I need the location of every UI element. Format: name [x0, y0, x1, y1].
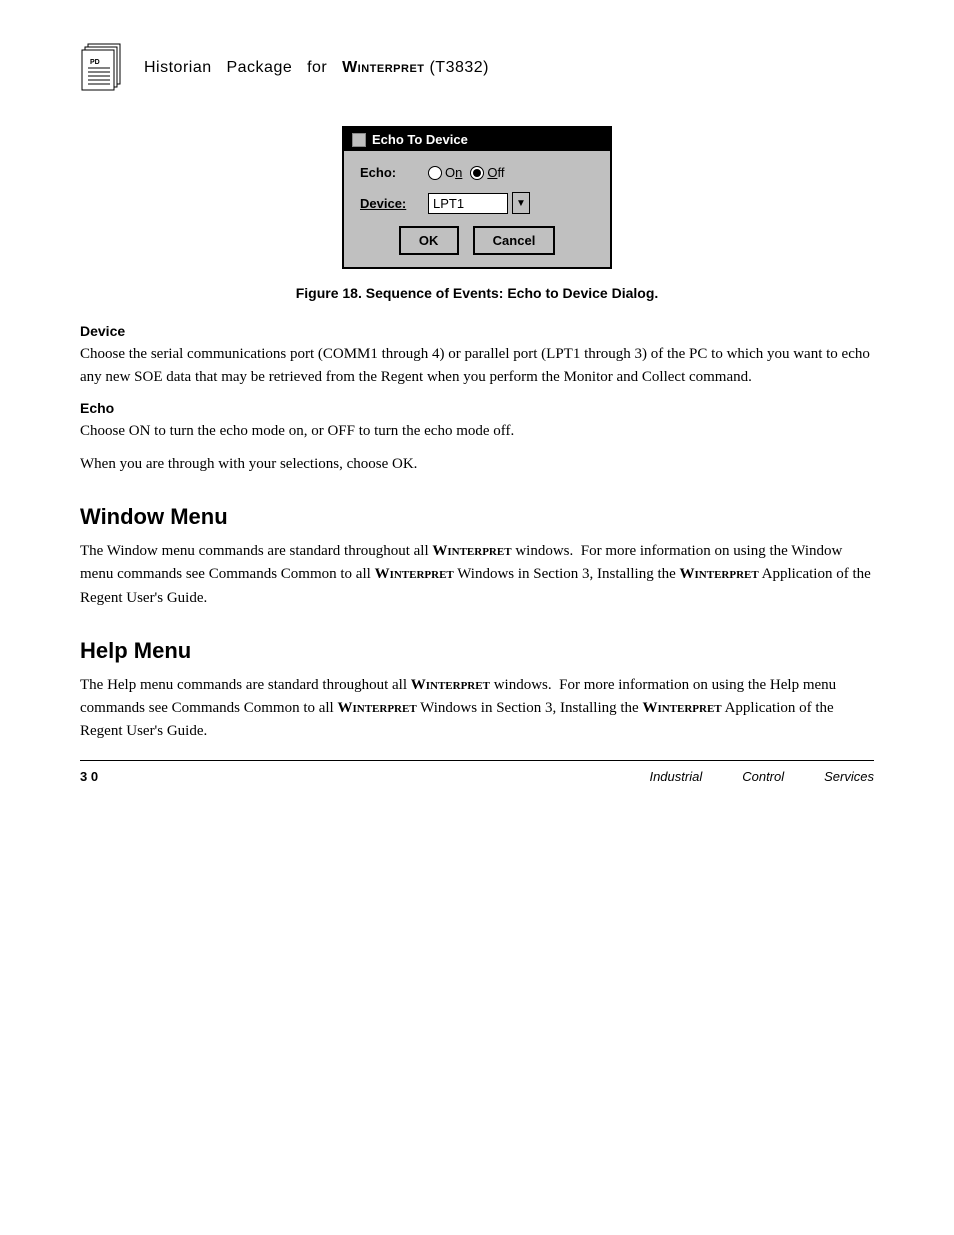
echo-row: Echo: On Off [360, 165, 594, 180]
echo-radio-group: On Off [428, 165, 504, 180]
window-menu-text: The Window menu commands are standard th… [80, 540, 874, 610]
winterpret-ref-2: Winterpret [375, 566, 454, 582]
device-label: Device: [360, 196, 428, 211]
footer-col3: Services [824, 769, 874, 784]
winterpret-ref-4: Winterpret [411, 677, 490, 693]
svg-text:PD: PD [90, 59, 100, 66]
echo-label: Echo: [360, 165, 428, 180]
figure-caption: Figure 18. Sequence of Events: Echo to D… [80, 285, 874, 301]
echo-section-heading: Echo [80, 400, 874, 416]
device-section-heading: Device [80, 323, 874, 339]
device-spinner[interactable]: ▼ [512, 192, 530, 214]
footer-col2: Control [742, 769, 784, 784]
cancel-button[interactable]: Cancel [473, 226, 556, 255]
device-field: ▼ [428, 192, 530, 214]
page-number: 3 0 [80, 769, 98, 784]
radio-off-label: Off [487, 165, 504, 180]
echo-section-text: Choose ON to turn the echo mode on, or O… [80, 420, 874, 443]
help-menu-heading: Help Menu [80, 638, 874, 664]
footer-col1: Industrial [649, 769, 702, 784]
device-row: Device: ▼ [360, 192, 594, 214]
device-section-text: Choose the serial communications port (C… [80, 343, 874, 390]
page: PD Historian Package for Winterpret (T38… [0, 0, 954, 814]
header: PD Historian Package for Winterpret (T38… [80, 40, 874, 96]
dialog-buttons: OK Cancel [360, 226, 594, 255]
winterpret-ref-5: Winterpret [337, 700, 416, 716]
window-menu-heading: Window Menu [80, 504, 874, 530]
winterpret-ref-1: Winterpret [432, 543, 511, 559]
winterpret-ref-6: Winterpret [642, 700, 721, 716]
radio-on[interactable]: On [428, 165, 462, 180]
brand-name: Winterpret [342, 59, 424, 76]
dialog-container: Echo To Device Echo: On [80, 126, 874, 269]
radio-on-label: On [445, 165, 462, 180]
dialog-titlebar: Echo To Device [344, 128, 610, 151]
titlebar-icon [352, 133, 366, 147]
document-icon: PD [80, 40, 128, 96]
device-input[interactable] [428, 193, 508, 214]
radio-off-circle[interactable] [470, 166, 484, 180]
radio-off[interactable]: Off [470, 165, 504, 180]
ok-note: When you are through with your selection… [80, 453, 874, 476]
footer-right: Industrial Control Services [98, 769, 874, 784]
ok-button[interactable]: OK [399, 226, 459, 255]
radio-on-circle[interactable] [428, 166, 442, 180]
header-title: Historian Package for Winterpret (T3832) [144, 59, 489, 77]
help-menu-text: The Help menu commands are standard thro… [80, 674, 874, 744]
winterpret-ref-3: Winterpret [680, 566, 759, 582]
footer: 3 0 Industrial Control Services [80, 760, 874, 784]
echo-to-device-dialog: Echo To Device Echo: On [342, 126, 612, 269]
dialog-body: Echo: On Off [344, 151, 610, 267]
dialog-title: Echo To Device [372, 132, 468, 147]
